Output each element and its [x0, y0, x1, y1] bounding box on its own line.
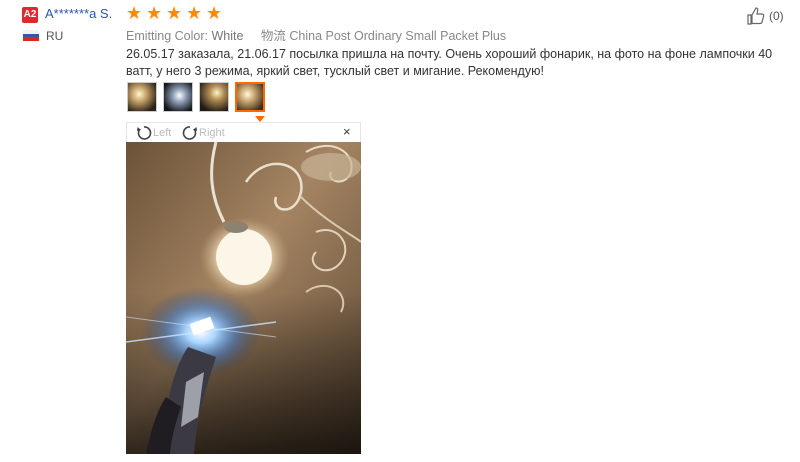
star-icon: ★ — [206, 3, 223, 23]
rotate-right-icon — [182, 126, 197, 140]
review-photo-image — [126, 142, 361, 454]
thumbnail-4[interactable] — [235, 82, 265, 112]
attribute-label: Emitting Color: — [126, 29, 208, 43]
thumbs-up-icon — [747, 7, 765, 25]
reviewer-name[interactable]: A*******a S. — [45, 6, 112, 21]
rotate-right-label: Right — [199, 127, 225, 139]
helpful-count: (0) — [769, 9, 784, 23]
thumbnail-2[interactable] — [163, 82, 193, 112]
country-flag-icon — [23, 30, 39, 41]
review-thumbnails — [127, 82, 265, 112]
star-icon: ★ — [166, 3, 183, 23]
reviewer-level-badge: A2 — [22, 7, 38, 23]
rotate-left-label: Left — [153, 127, 172, 139]
shipping-method: 物流 China Post Ordinary Small Packet Plus — [260, 29, 507, 43]
thumbnail-3[interactable] — [199, 82, 229, 112]
reviewer-country: RU — [46, 29, 64, 43]
rotate-left-button[interactable]: Left — [136, 125, 171, 141]
rating-stars: ★ ★ ★ ★ ★ — [126, 4, 225, 22]
star-icon: ★ — [126, 3, 143, 23]
attribute-value: White — [211, 29, 244, 43]
image-viewer-toolbar: Left Right × — [126, 122, 361, 142]
review-attributes: Emitting Color: White 物流 China Post Ordi… — [126, 25, 506, 44]
close-viewer-button[interactable]: × — [343, 124, 351, 139]
rotate-left-icon — [137, 126, 152, 140]
helpful-button[interactable]: (0) — [746, 6, 784, 26]
review-text: 26.05.17 заказала, 21.06.17 посылка приш… — [126, 47, 773, 78]
star-icon: ★ — [146, 3, 163, 23]
rotate-right-button[interactable]: Right — [182, 125, 225, 141]
thumbnail-1[interactable] — [127, 82, 157, 112]
star-icon: ★ — [186, 3, 203, 23]
review-photo — [126, 142, 361, 454]
